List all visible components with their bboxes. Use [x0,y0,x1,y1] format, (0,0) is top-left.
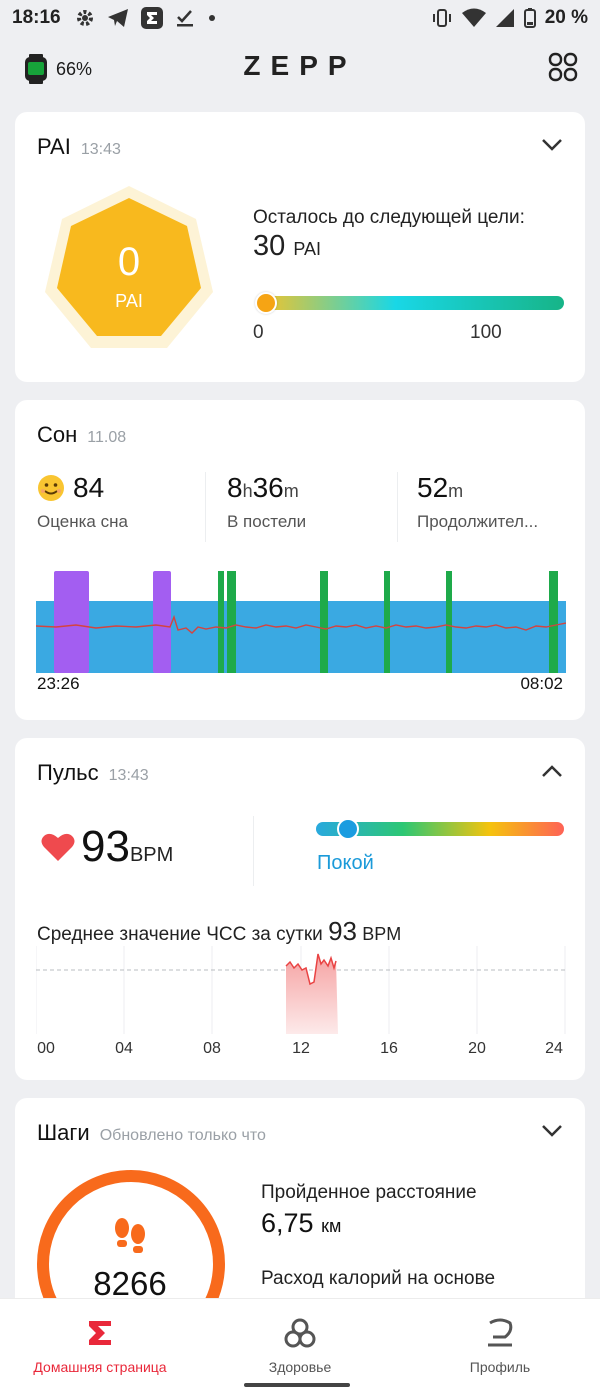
smiley-icon [38,475,64,501]
gear-icon [76,10,93,26]
apps-grid-icon[interactable] [548,52,578,82]
sleep-start-time: 23:26 [37,674,80,693]
nav-health[interactable]: Здоровье [200,1313,400,1375]
pai-card[interactable]: PAI 13:43 0 PAI Осталось до следующей цел… [15,112,585,382]
zepp-app-icon [140,7,163,29]
pai-progress-bar [258,296,564,310]
divider [397,472,398,542]
hr-x-axis: 00 04 08 12 16 20 24 [15,1040,585,1060]
hr-x-tick: 04 [115,1040,133,1057]
sleep-card[interactable]: Сон 11.08 84 Оценка сна 8h36m В постели 5… [15,400,585,720]
chevron-down-icon[interactable] [541,1124,563,1138]
gesture-home-bar[interactable] [244,1383,350,1387]
pai-title: PAI 13:43 [37,134,121,159]
nav-home-label: Домашняя страница [33,1359,167,1375]
chevron-up-icon[interactable] [541,764,563,778]
daily-heart-rate-chart[interactable] [36,946,566,1034]
steps-title: Шаги Обновлено только что [37,1120,266,1145]
heart-rate-state: Покой [317,852,374,874]
notification-dot-icon [208,15,215,21]
pai-scale-max: 100 [470,322,502,343]
wifi-icon [461,8,486,27]
hr-x-tick: 12 [292,1040,310,1057]
status-bar: 18:16 20 % [0,0,600,36]
hr-x-tick: 00 [37,1040,55,1057]
heart-rate-zone-knob [337,818,359,840]
hr-x-tick: 08 [203,1040,221,1057]
steps-updated: Обновлено только что [99,1127,266,1144]
sleep-end-time: 08:02 [520,674,563,693]
distance-label: Пройденное расстояние [261,1182,477,1203]
nav-home[interactable]: Домашняя страница [0,1313,200,1375]
profile-icon [488,1318,513,1347]
health-icon [284,1318,316,1348]
vibrate-icon [432,9,451,27]
distance-value: 6,75 км [261,1208,342,1238]
pulse-title: Пульс 13:43 [37,760,149,785]
zepp-logo: ZEPP [243,50,357,81]
pulse-card[interactable]: Пульс 13:43 93BPM Покой Среднее значение … [15,738,585,1080]
status-time: 18:16 [12,7,61,28]
sleep-in-bed: 8h36m В постели [227,472,307,531]
chevron-down-icon[interactable] [541,138,563,152]
hr-x-tick: 16 [380,1040,398,1057]
battery-icon [523,8,536,28]
pai-time: 13:43 [80,141,121,158]
divider [253,816,254,886]
app-header: 66% ZEPP [0,36,600,100]
footprints-icon [115,1218,145,1253]
sleep-date: 11.08 [87,429,127,446]
home-sigma-icon [89,1321,111,1345]
daily-average-hr: Среднее значение ЧСС за сутки 93 BPM [37,916,402,946]
nav-health-label: Здоровье [268,1359,332,1375]
pai-progress-knob [255,292,277,314]
sleep-score: 84 Оценка сна [37,472,128,531]
nav-profile[interactable]: Профиль [400,1313,600,1375]
pai-goal-text: Осталось до следующей цели: [253,207,525,228]
signal-icon [495,9,514,27]
sleep-stage-chart[interactable] [36,570,566,674]
hr-x-tick: 24 [545,1040,563,1057]
battery-percent: 20 % [544,7,588,28]
heart-rate-value: 93BPM [81,822,174,871]
hr-x-tick: 20 [468,1040,486,1057]
task-done-icon [176,10,193,27]
heart-icon [41,833,75,861]
divider [205,472,206,542]
sleep-duration: 52m Продолжител... [417,472,539,531]
pai-value: 0 [117,240,141,284]
sleep-title: Сон 11.08 [37,422,127,447]
telegram-icon [107,9,128,27]
nav-profile-label: Профиль [469,1359,531,1375]
pulse-time: 13:43 [108,767,149,784]
calories-label: Расход калорий на основе [261,1268,496,1289]
pai-unit: PAI [115,291,143,311]
pai-scale-min: 0 [253,322,264,343]
pai-goal: 30 PAI [253,230,322,262]
